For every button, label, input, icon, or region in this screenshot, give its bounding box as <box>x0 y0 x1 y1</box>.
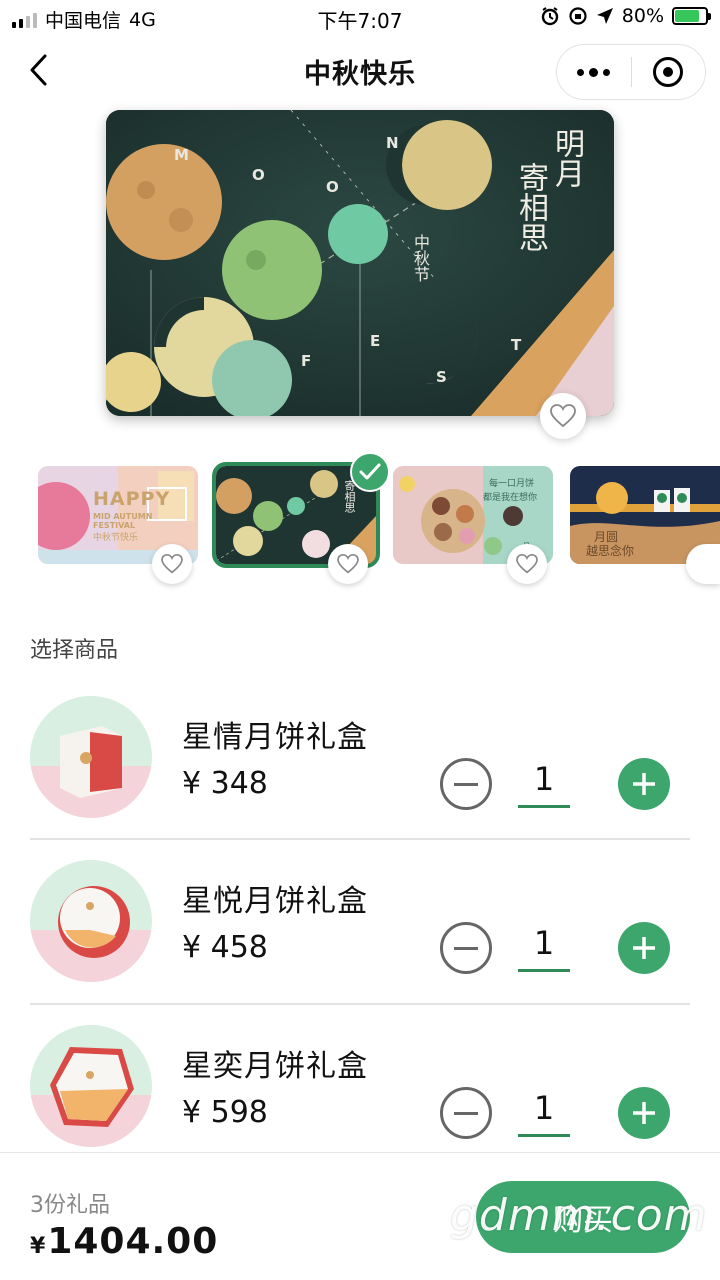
plus-button[interactable] <box>618 758 670 810</box>
total-price: ¥ 1404.00 <box>30 1221 218 1262</box>
plus-button[interactable] <box>618 922 670 974</box>
product-image <box>30 1025 152 1147</box>
hero-festival: 中秋节 <box>406 234 430 291</box>
card-thumbnail-strip: HAPPY MID AUTUMN FESTIVAL 中秋节快乐 寄相思 每一口月… <box>0 452 720 584</box>
currency-symbol: ¥ <box>30 1234 46 1259</box>
total-amount: 1404.00 <box>47 1221 219 1262</box>
gift-count: 3份礼品 <box>30 1193 110 1218</box>
status-bar: 中国电信 4G 下午7:07 80% <box>0 0 720 36</box>
hero-vertical-text-2: 寄相思 <box>513 162 548 252</box>
section-title: 选择商品 <box>30 638 119 663</box>
favorite-heart-icon[interactable] <box>540 393 586 439</box>
thumb-sunset-sub: 越思念你 <box>586 544 635 558</box>
battery-percent: 80% <box>621 5 664 27</box>
hero-text-2: 寄相思 <box>510 162 550 262</box>
svg-text:N: N <box>386 134 399 152</box>
product-price: ¥ 458 <box>182 930 268 965</box>
minus-button[interactable] <box>440 1087 492 1139</box>
quantity-value[interactable]: 1 <box>518 760 570 808</box>
svg-text:M: M <box>174 146 189 164</box>
minus-button[interactable] <box>440 922 492 974</box>
product-row: 星情月饼礼盒 ¥ 348 1 <box>30 696 690 856</box>
product-price: ¥ 348 <box>182 766 268 801</box>
nav-bar: 中秋快乐 <box>0 36 720 106</box>
location-icon <box>596 8 613 24</box>
thumbnail-heart-icon[interactable] <box>686 544 720 584</box>
svg-text:T: T <box>511 336 522 354</box>
checkout-bar: 3份礼品 ¥ 1404.00 购买 <box>0 1152 720 1280</box>
quantity-stepper: 1 <box>440 922 670 976</box>
close-target-icon[interactable] <box>632 45 706 99</box>
product-name: 星奕月饼礼盒 <box>182 1049 368 1084</box>
svg-text:O: O <box>326 178 339 196</box>
hero-festival-text: 中秋节 <box>411 234 430 282</box>
selected-check-icon <box>350 452 390 492</box>
battery-icon <box>672 7 711 25</box>
product-price: ¥ 598 <box>182 1095 268 1130</box>
quantity-stepper: 1 <box>440 1087 670 1141</box>
thumb-moon-text: 寄相思 <box>342 480 356 517</box>
thumb-mooncake-title: 每一口月饼 <box>489 479 535 489</box>
alarm-icon <box>541 7 558 26</box>
svg-text:S: S <box>436 368 447 386</box>
svg-text:O: O <box>252 166 265 184</box>
thumbnail-heart-icon[interactable] <box>507 544 547 584</box>
miniprogram-capsule <box>556 44 706 100</box>
product-image <box>30 696 152 818</box>
product-name: 星悦月饼礼盒 <box>182 884 368 919</box>
thumb-mooncake-sub: 都是我在想你 <box>483 493 538 503</box>
rotation-lock-icon <box>569 7 587 25</box>
product-row: 星悦月饼礼盒 ¥ 458 1 <box>30 860 690 1020</box>
product-name: 星情月饼礼盒 <box>182 720 368 755</box>
more-icon[interactable] <box>557 45 631 99</box>
plus-button[interactable] <box>618 1087 670 1139</box>
divider <box>30 1003 690 1005</box>
card-preview[interactable]: M O O N F E S T 明月 寄相思 中秋节 <box>106 110 614 416</box>
thumb-happy-sub2: FESTIVAL <box>93 521 136 530</box>
status-right: 80% <box>540 5 711 27</box>
thumb-happy-sub1: MID AUTUMN <box>93 512 153 521</box>
minus-button[interactable] <box>440 758 492 810</box>
quantity-stepper: 1 <box>440 758 670 812</box>
hero-text-1: 明月 <box>546 128 586 198</box>
thumb-happy-title: HAPPY <box>93 488 171 510</box>
product-image <box>30 860 152 982</box>
buy-button[interactable]: 购买 <box>476 1181 690 1253</box>
thumbnail-heart-icon[interactable] <box>152 544 192 584</box>
quantity-value[interactable]: 1 <box>518 924 570 972</box>
svg-text:F: F <box>301 352 311 370</box>
svg-text:E: E <box>370 332 380 350</box>
quantity-value[interactable]: 1 <box>518 1089 570 1137</box>
hero-vertical-text-1: 明月 <box>549 128 584 188</box>
thumbnail-heart-icon[interactable] <box>328 544 368 584</box>
divider <box>30 838 690 840</box>
thumb-happy-sub3: 中秋节快乐 <box>93 533 139 543</box>
